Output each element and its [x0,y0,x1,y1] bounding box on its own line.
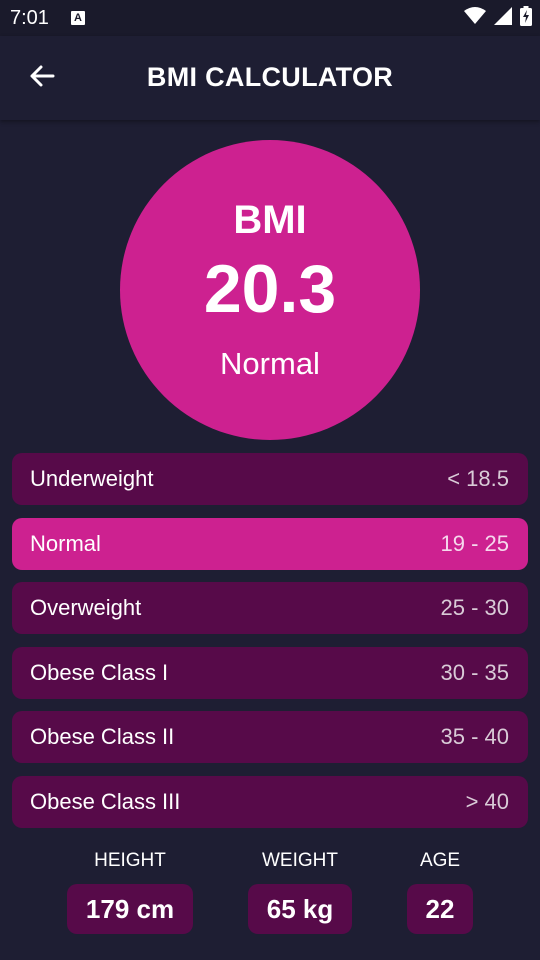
range-row-normal: Normal 19 - 25 [12,517,528,570]
bmi-label: BMI [233,198,307,242]
range-name: Obese Class II [30,724,175,749]
page-title: BMI CALCULATOR [146,62,394,92]
range-name: Overweight [30,595,142,620]
status-time: 7:01 [10,7,49,29]
weight-value: 65 kg [247,884,353,934]
range-row-obese-class-3: Obese Class III > 40 [12,775,528,828]
weight-stat: WEIGHT 65 kg [246,850,354,934]
input-summary: HEIGHT 179 cm WEIGHT 65 kg AGE 22 [0,850,540,950]
status-icons [464,5,532,31]
range-value: 19 - 25 [440,530,510,556]
range-name: Obese Class I [30,659,169,685]
age-value: 22 [406,884,474,934]
height-stat: HEIGHT 179 cm [64,850,196,934]
bmi-range-list: Underweight < 18.5 Normal 19 - 25 Overwe… [12,453,528,840]
range-value: 35 - 40 [440,724,510,749]
range-value: 30 - 35 [440,659,510,685]
range-value: < 18.5 [447,466,509,491]
app-bar: BMI CALCULATOR [0,36,540,120]
range-name: Obese Class III [30,788,181,814]
range-row-overweight: Overweight 25 - 30 [12,582,528,634]
age-label: AGE [419,850,461,871]
range-row-obese-class-2: Obese Class II 35 - 40 [12,711,528,763]
height-value: 179 cm [66,884,194,934]
battery-charging-icon [520,5,532,31]
signal-icon [494,6,512,30]
status-bar: 7:01 A [0,0,540,36]
height-label: HEIGHT [94,850,166,871]
bmi-status: Normal [220,346,320,381]
bmi-value: 20.3 [203,251,337,327]
age-stat: AGE 22 [400,850,480,934]
range-value: > 40 [465,788,509,814]
range-name: Underweight [30,466,154,491]
range-value: 25 - 30 [440,595,510,620]
notification-icon: A [71,11,85,25]
range-row-obese-class-1: Obese Class I 30 - 35 [12,646,528,699]
weight-label: WEIGHT [262,850,338,871]
range-row-underweight: Underweight < 18.5 [12,453,528,505]
wifi-icon [464,6,486,30]
range-name: Normal [30,530,101,556]
bmi-result-circle: BMI 20.3 Normal [120,140,420,440]
